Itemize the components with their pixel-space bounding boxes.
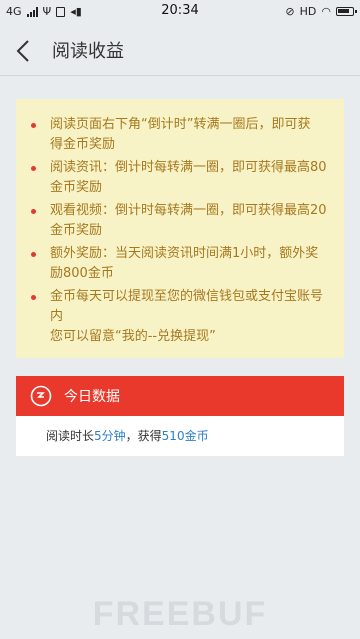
wifi-icon: ◠ <box>321 5 331 18</box>
hd-label: HD <box>299 5 317 18</box>
list-item: 阅读资讯：倒计时每转满一圈，即可获得最高80 金币奖励 <box>16 158 344 198</box>
chevron-left-icon <box>16 40 29 62</box>
rule-line: 阅读页面右下角“倒计时”转满一圈后，即可获 <box>50 117 311 132</box>
bullet-icon <box>31 166 36 171</box>
today-stats-card: 今日数据 阅读时长5分钟，获得510金币 <box>16 376 344 456</box>
rule-line: 额外奖励：当天阅读资讯时间满1小时，额外奖 <box>50 246 319 261</box>
rule-line: 励800金币 <box>50 266 114 281</box>
rule-line: 金币每天可以提现至您的微信钱包或支付宝账号 <box>50 289 324 304</box>
read-time-value: 5分钟 <box>94 429 126 443</box>
clock-icon <box>30 385 52 407</box>
rule-line: 金币奖励 <box>50 223 103 238</box>
bullet-icon <box>31 123 36 128</box>
bullet-icon <box>31 252 36 257</box>
status-right: ⊘ HD ◠ <box>285 5 357 18</box>
watermark-logo: FREEBUF <box>92 595 268 633</box>
read-time-label: 阅读时长 <box>46 429 95 443</box>
mute-icon: ⊘ <box>285 5 295 18</box>
rule-line: 内 <box>50 309 64 324</box>
reward-rules-panel: 阅读页面右下角“倒计时”转满一圈后，即可获 得金币奖励 阅读资讯：倒计时每转满一… <box>16 99 344 358</box>
rules-list: 阅读页面右下角“倒计时”转满一圈后，即可获 得金币奖励 阅读资讯：倒计时每转满一… <box>16 99 344 347</box>
list-item: 观看视频：倒计时每转满一圈，即可获得最高20 金币奖励 <box>16 201 344 241</box>
app-header: 阅读收益 <box>0 24 360 76</box>
rule-line: 金币奖励 <box>50 180 103 195</box>
rule-line: 得金币奖励 <box>50 137 116 152</box>
bullet-icon <box>31 209 36 214</box>
back-button[interactable] <box>8 30 44 70</box>
list-item: 金币每天可以提现至您的微信钱包或支付宝账号 内 您可以留意“我的--兑换提现” <box>16 287 344 347</box>
bullet-icon <box>31 295 36 300</box>
earned-label: ，获得 <box>125 429 162 443</box>
list-item: 阅读页面右下角“倒计时”转满一圈后，即可获 得金币奖励 <box>16 115 344 155</box>
rule-line: 观看视频：倒计时每转满一圈，即可获得最高20 <box>50 203 327 218</box>
today-stats-summary: 阅读时长5分钟，获得510金币 <box>16 416 344 456</box>
battery-icon <box>336 7 357 16</box>
page-title: 阅读收益 <box>52 41 124 62</box>
rule-line: 阅读资讯：倒计时每转满一圈，即可获得最高80 <box>50 160 327 175</box>
list-item: 额外奖励：当天阅读资讯时间满1小时，额外奖 励800金币 <box>16 244 344 284</box>
today-stats-title: 今日数据 <box>64 389 120 405</box>
status-bar: 4G Ψ ◂▮ 20:34 ⊘ HD ◠ <box>0 0 360 24</box>
coins-value: 510金币 <box>161 429 209 443</box>
today-stats-header: 今日数据 <box>16 376 344 416</box>
rule-line: 您可以留意“我的--兑换提现” <box>50 329 216 344</box>
